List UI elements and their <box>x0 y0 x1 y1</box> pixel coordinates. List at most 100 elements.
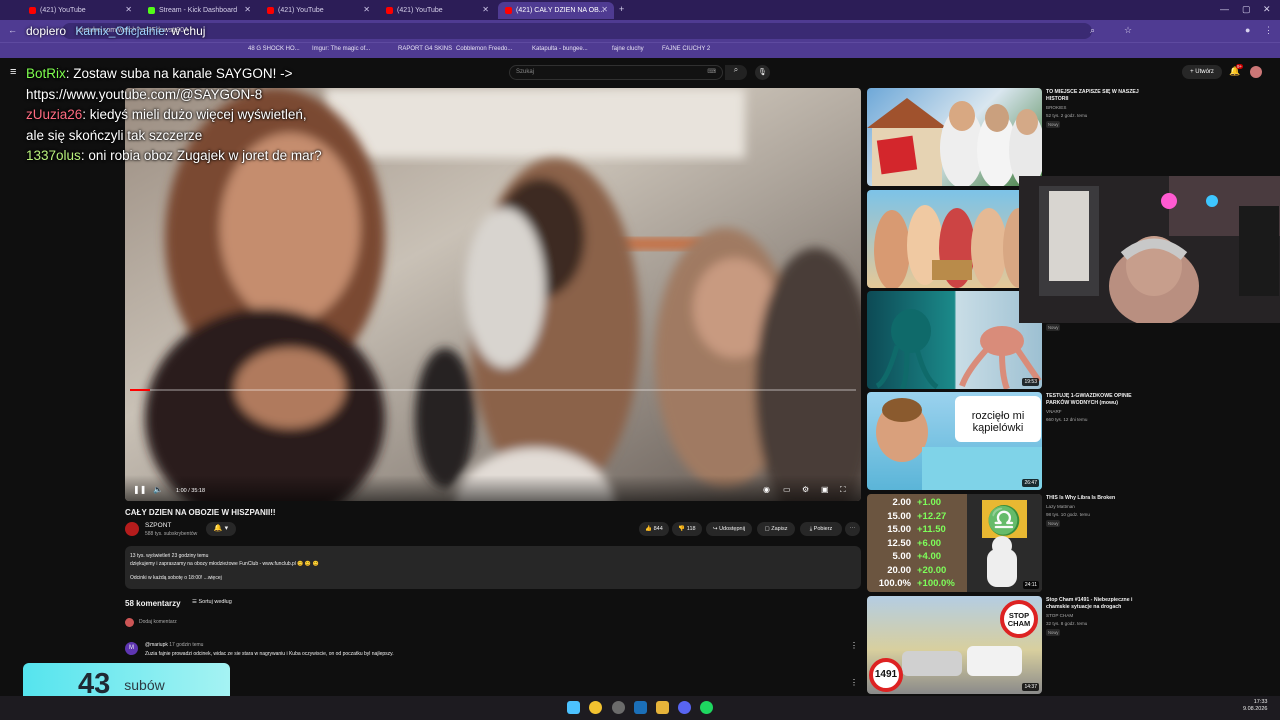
chat-top-line: dopiero Kamix_Oficjalnie: w chuj <box>26 24 205 38</box>
discord-icon[interactable] <box>678 701 691 714</box>
browser-tab[interactable]: (421) YouTube ✕ <box>22 2 138 19</box>
steam-icon[interactable] <box>634 701 647 714</box>
youtube-favicon-icon <box>267 7 274 14</box>
related-thumbnail[interactable] <box>867 88 1042 186</box>
progress-bar[interactable] <box>130 389 856 391</box>
obs-icon[interactable] <box>612 701 625 714</box>
voice-search-button[interactable]: 🎙 <box>755 65 770 80</box>
volume-icon[interactable]: 🔈 <box>153 485 163 494</box>
menu-dots-icon[interactable]: ⋮ <box>1264 25 1273 36</box>
chrome-icon[interactable] <box>589 701 602 714</box>
more-dots-icon: ⋯ <box>849 526 856 532</box>
back-icon[interactable]: ← <box>8 25 17 35</box>
chat-user: Kamix_Oficjalnie <box>75 24 165 38</box>
miniplayer-icon[interactable]: ▣ <box>821 485 829 494</box>
bookmarks-bar: 48 G SHOCK HO... Imgur: The magic of... … <box>0 42 1280 58</box>
like-button[interactable]: 👍 844 <box>639 522 669 536</box>
channel-subs: 588 tys. subskrybentów <box>145 531 198 537</box>
bookmark-item[interactable]: Katapulta - bungee... <box>532 46 588 52</box>
browser-tab[interactable]: (421) YouTube ✕ <box>260 2 376 19</box>
spotify-icon[interactable] <box>700 701 713 714</box>
comment-user[interactable]: @mariupk <box>145 642 168 648</box>
browser-tab[interactable]: Stream - Kick Dashboard ✕ <box>141 2 257 19</box>
keyboard-icon[interactable]: ⌨ <box>707 68 716 75</box>
search-button[interactable]: ⌕ <box>725 65 747 80</box>
channel-avatar[interactable] <box>125 522 139 536</box>
stats-delta: +6.00 <box>917 537 942 549</box>
subtitles-icon[interactable]: ▭ <box>783 485 791 494</box>
youtube-favicon-icon <box>386 7 393 14</box>
notification-bell-button[interactable]: 🔔 ▾ <box>206 522 236 536</box>
close-icon[interactable]: ✕ <box>363 5 370 14</box>
maximize-icon[interactable]: ▢ <box>1242 4 1251 15</box>
hamburger-menu-icon[interactable]: ≡ <box>10 66 16 78</box>
bookmark-item[interactable]: 48 G SHOCK HO... <box>248 46 300 52</box>
related-thumbnail[interactable]: rozcięło mi kąpielówki 26:47 <box>867 392 1042 490</box>
comment-text: Zuzia fajnie prowadzi odcinek, widac ze … <box>145 651 394 657</box>
time-display: 1:00 / 35:18 <box>176 488 206 494</box>
related-title[interactable]: TESTUJĘ 1-GWIAZDKOWE OPINIE PARKÓW WODNY… <box>1046 393 1146 407</box>
bookmark-star-icon[interactable]: ☆ <box>1124 25 1132 36</box>
stats-value: 15.00 <box>887 524 911 535</box>
browser-tab-active[interactable]: (421) CAŁY DZIEN NA OB... ✕ <box>498 2 614 19</box>
close-icon[interactable]: ✕ <box>482 5 489 14</box>
chat-user: zUuzia26 <box>26 107 83 122</box>
comment-avatar[interactable]: M <box>125 642 138 655</box>
share-button[interactable]: ↪ Udostępnij <box>706 522 752 536</box>
taskbar-clock[interactable]: 17:33 9.08.2026 <box>1243 699 1267 713</box>
sort-comments-button[interactable]: ☰ Sortuj według <box>192 599 232 605</box>
file-explorer-icon[interactable] <box>656 701 669 714</box>
bookmark-item[interactable]: RAPORT G4 SKINS <box>398 46 452 52</box>
bookmark-item[interactable]: FAJNE CIUCHY 2 <box>662 46 710 52</box>
close-icon[interactable]: ✕ <box>125 5 132 14</box>
account-avatar[interactable] <box>1250 66 1262 78</box>
related-title[interactable]: Stop Cham #1491 - Niebezpieczne i chamsk… <box>1046 597 1146 611</box>
stats-row: 100.0% +100.0% <box>869 577 959 591</box>
download-button[interactable]: ⤓ Pobierz <box>800 522 842 536</box>
related-channel[interactable]: STOP CHAM <box>1046 613 1073 618</box>
channel-name[interactable]: SZPONT <box>145 522 171 529</box>
related-thumbnail[interactable]: 19:53 <box>867 291 1042 389</box>
stats-delta: +100.0% <box>917 578 955 589</box>
search-placeholder: Szukaj <box>516 69 535 75</box>
profile-icon[interactable]: ● <box>1245 25 1250 35</box>
comment-menu-icon[interactable]: ⋮ <box>850 641 858 650</box>
description-box[interactable]: 13 tys. wyświetleń 23 godziny temu dzięk… <box>125 546 861 589</box>
related-thumbnail[interactable]: STOP CHAM 1491 14:37 <box>867 596 1042 694</box>
dislike-button[interactable]: 👎 118 <box>672 522 702 536</box>
new-tab-icon[interactable]: + <box>619 4 624 14</box>
tab-label: Stream - Kick Dashboard <box>159 7 238 14</box>
window-close-icon[interactable]: ✕ <box>1263 4 1271 15</box>
fullscreen-icon[interactable]: ⛶ <box>840 485 846 495</box>
related-thumbnail[interactable]: 2.00 +1.00 15.00 +12.27 15.00 +11.50 12.50 +6.0… <box>867 494 1042 592</box>
settings-gear-icon[interactable]: ⚙ <box>802 485 809 494</box>
url-field[interactable]: youtube.com/watch?v=3Fduwstt90A <box>62 23 1092 39</box>
save-button[interactable]: ▢ Zapisz <box>757 522 795 536</box>
related-thumbnail[interactable] <box>867 190 1042 288</box>
search-icon: ⌕ <box>733 65 739 74</box>
pause-icon[interactable]: ❚❚ <box>133 485 146 494</box>
start-icon[interactable] <box>567 701 580 714</box>
search-input[interactable]: Szukaj ⌨ <box>509 65 723 80</box>
browser-tab[interactable]: (421) YouTube ✕ <box>379 2 495 19</box>
sort-label: Sortuj według <box>198 599 232 605</box>
add-comment-input[interactable]: Dodaj komentarz <box>139 619 177 625</box>
comment-menu-icon[interactable]: ⋮ <box>850 678 858 687</box>
bookmark-item[interactable]: Imgur: The magic of... <box>312 46 370 52</box>
close-icon[interactable]: ✕ <box>601 5 608 14</box>
autoplay-toggle-icon[interactable]: ◉ <box>763 485 770 494</box>
close-icon[interactable]: ✕ <box>244 5 251 14</box>
zoom-icon[interactable]: ⌕ <box>1090 25 1095 36</box>
related-meta: 660 tys. 12 dni temu <box>1046 417 1088 422</box>
related-channel[interactable]: Lazy Mattman <box>1046 504 1075 509</box>
bookmark-item[interactable]: fajne cluchy <box>612 46 644 52</box>
bookmark-item[interactable]: Cobblemon Freedo... <box>456 46 512 52</box>
related-channel[interactable]: BROKIES <box>1046 105 1066 110</box>
related-title[interactable]: THIS Is Why Libra Is Broken <box>1046 495 1146 502</box>
stats-value: 5.00 <box>892 551 912 562</box>
related-channel[interactable]: VNARF <box>1046 409 1062 414</box>
create-button[interactable]: + Utwórz <box>1182 65 1222 79</box>
minimize-icon[interactable]: — <box>1220 4 1229 14</box>
related-title[interactable]: TO MIEJSCE ZAPISZE SIĘ W NASZEJ HISTORII <box>1046 89 1146 103</box>
more-actions-button[interactable]: ⋯ <box>845 522 860 536</box>
